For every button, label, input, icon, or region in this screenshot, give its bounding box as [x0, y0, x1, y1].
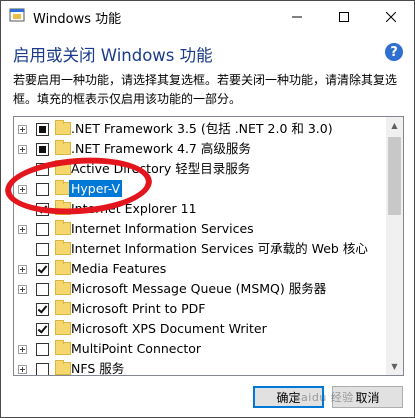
- feature-label[interactable]: Microsoft Message Queue (MSMQ) 服务器: [69, 280, 328, 297]
- ok-button[interactable]: 确定: [253, 386, 324, 408]
- minimize-button[interactable]: [274, 1, 320, 32]
- close-icon: [386, 11, 396, 22]
- dialog-heading: 启用或关闭 Windows 功能: [13, 46, 213, 65]
- feature-checkbox[interactable]: [36, 283, 49, 296]
- maximize-button[interactable]: [321, 1, 367, 32]
- feature-checkbox[interactable]: [36, 183, 49, 196]
- feature-checkbox[interactable]: [36, 323, 49, 336]
- feature-label[interactable]: Active Directory 轻型目录服务: [69, 160, 252, 177]
- cancel-button[interactable]: 取消: [332, 386, 403, 408]
- feature-row[interactable]: Microsoft Message Queue (MSMQ) 服务器: [14, 279, 386, 299]
- feature-checkbox[interactable]: [36, 263, 49, 276]
- feature-checkbox[interactable]: [36, 123, 49, 136]
- feature-row[interactable]: MultiPoint Connector: [14, 339, 386, 359]
- feature-row[interactable]: Microsoft Print to PDF: [14, 299, 386, 319]
- feature-label[interactable]: Hyper-V: [69, 180, 123, 197]
- window-title: Windows 功能: [33, 12, 122, 27]
- feature-checkbox[interactable]: [36, 303, 49, 316]
- feature-checkbox[interactable]: [36, 363, 49, 375]
- expand-icon[interactable]: [18, 365, 27, 374]
- minimize-icon: [292, 16, 302, 17]
- features-tree[interactable]: .NET Framework 3.5 (包括 .NET 2.0 和 3.0) .N…: [13, 116, 404, 376]
- windows-features-app-icon: [9, 8, 25, 22]
- expand-icon[interactable]: [18, 125, 27, 134]
- feature-row[interactable]: Internet Information Services 可承载的 Web 核…: [14, 239, 386, 259]
- expand-icon[interactable]: [18, 265, 27, 274]
- feature-row[interactable]: NFS 服务: [14, 359, 386, 375]
- feature-row[interactable]: Hyper-V: [14, 179, 386, 199]
- feature-row[interactable]: Microsoft XPS Document Writer: [14, 319, 386, 339]
- expand-icon[interactable]: [18, 225, 27, 234]
- feature-row[interactable]: .NET Framework 4.7 高级服务: [14, 139, 386, 159]
- feature-checkbox[interactable]: [36, 143, 49, 156]
- feature-row[interactable]: Active Directory 轻型目录服务: [14, 159, 386, 179]
- feature-label[interactable]: .NET Framework 4.7 高级服务: [69, 140, 253, 157]
- features-list: .NET Framework 3.5 (包括 .NET 2.0 和 3.0) .N…: [14, 119, 386, 375]
- vertical-scrollbar[interactable]: ▲ ▼: [386, 117, 403, 375]
- windows-features-dialog: Windows 功能 启用或关闭 Windows 功能 ? 若要启用一种功能，请…: [0, 0, 415, 418]
- feature-row[interactable]: .NET Framework 3.5 (包括 .NET 2.0 和 3.0): [14, 119, 386, 139]
- expand-icon[interactable]: [18, 185, 27, 194]
- scroll-down-arrow-icon[interactable]: ▼: [386, 358, 403, 375]
- maximize-icon: [339, 11, 349, 22]
- feature-label[interactable]: MultiPoint Connector: [69, 340, 203, 357]
- feature-label[interactable]: Microsoft XPS Document Writer: [69, 320, 269, 337]
- feature-checkbox[interactable]: [36, 343, 49, 356]
- feature-label[interactable]: Media Features: [69, 260, 168, 277]
- feature-label[interactable]: Internet Information Services: [69, 220, 256, 237]
- close-button[interactable]: [368, 1, 414, 32]
- feature-label[interactable]: .NET Framework 3.5 (包括 .NET 2.0 和 3.0): [69, 120, 335, 137]
- feature-checkbox[interactable]: [36, 243, 49, 256]
- feature-label[interactable]: Microsoft Print to PDF: [69, 300, 207, 317]
- expand-icon[interactable]: [18, 145, 27, 154]
- feature-row[interactable]: Media Features: [14, 259, 386, 279]
- scrollbar-thumb[interactable]: [388, 137, 401, 215]
- feature-row[interactable]: Internet Information Services: [14, 219, 386, 239]
- feature-label[interactable]: Internet Information Services 可承载的 Web 核…: [69, 240, 370, 257]
- title-bar[interactable]: Windows 功能: [1, 1, 414, 32]
- scroll-up-arrow-icon[interactable]: ▲: [386, 117, 403, 134]
- feature-row[interactable]: Internet Explorer 11: [14, 199, 386, 219]
- feature-checkbox[interactable]: [36, 163, 49, 176]
- feature-label[interactable]: NFS 服务: [69, 360, 126, 375]
- expand-icon[interactable]: [18, 345, 27, 354]
- feature-label[interactable]: Internet Explorer 11: [69, 200, 199, 217]
- feature-checkbox[interactable]: [36, 203, 49, 216]
- expand-icon[interactable]: [18, 285, 27, 294]
- instructions-text: 若要启用一种功能，请选择其复选框。若要关闭一种功能，请清除其复选框。填充的框表示…: [13, 73, 398, 106]
- feature-checkbox[interactable]: [36, 223, 49, 236]
- help-icon[interactable]: ?: [385, 43, 403, 61]
